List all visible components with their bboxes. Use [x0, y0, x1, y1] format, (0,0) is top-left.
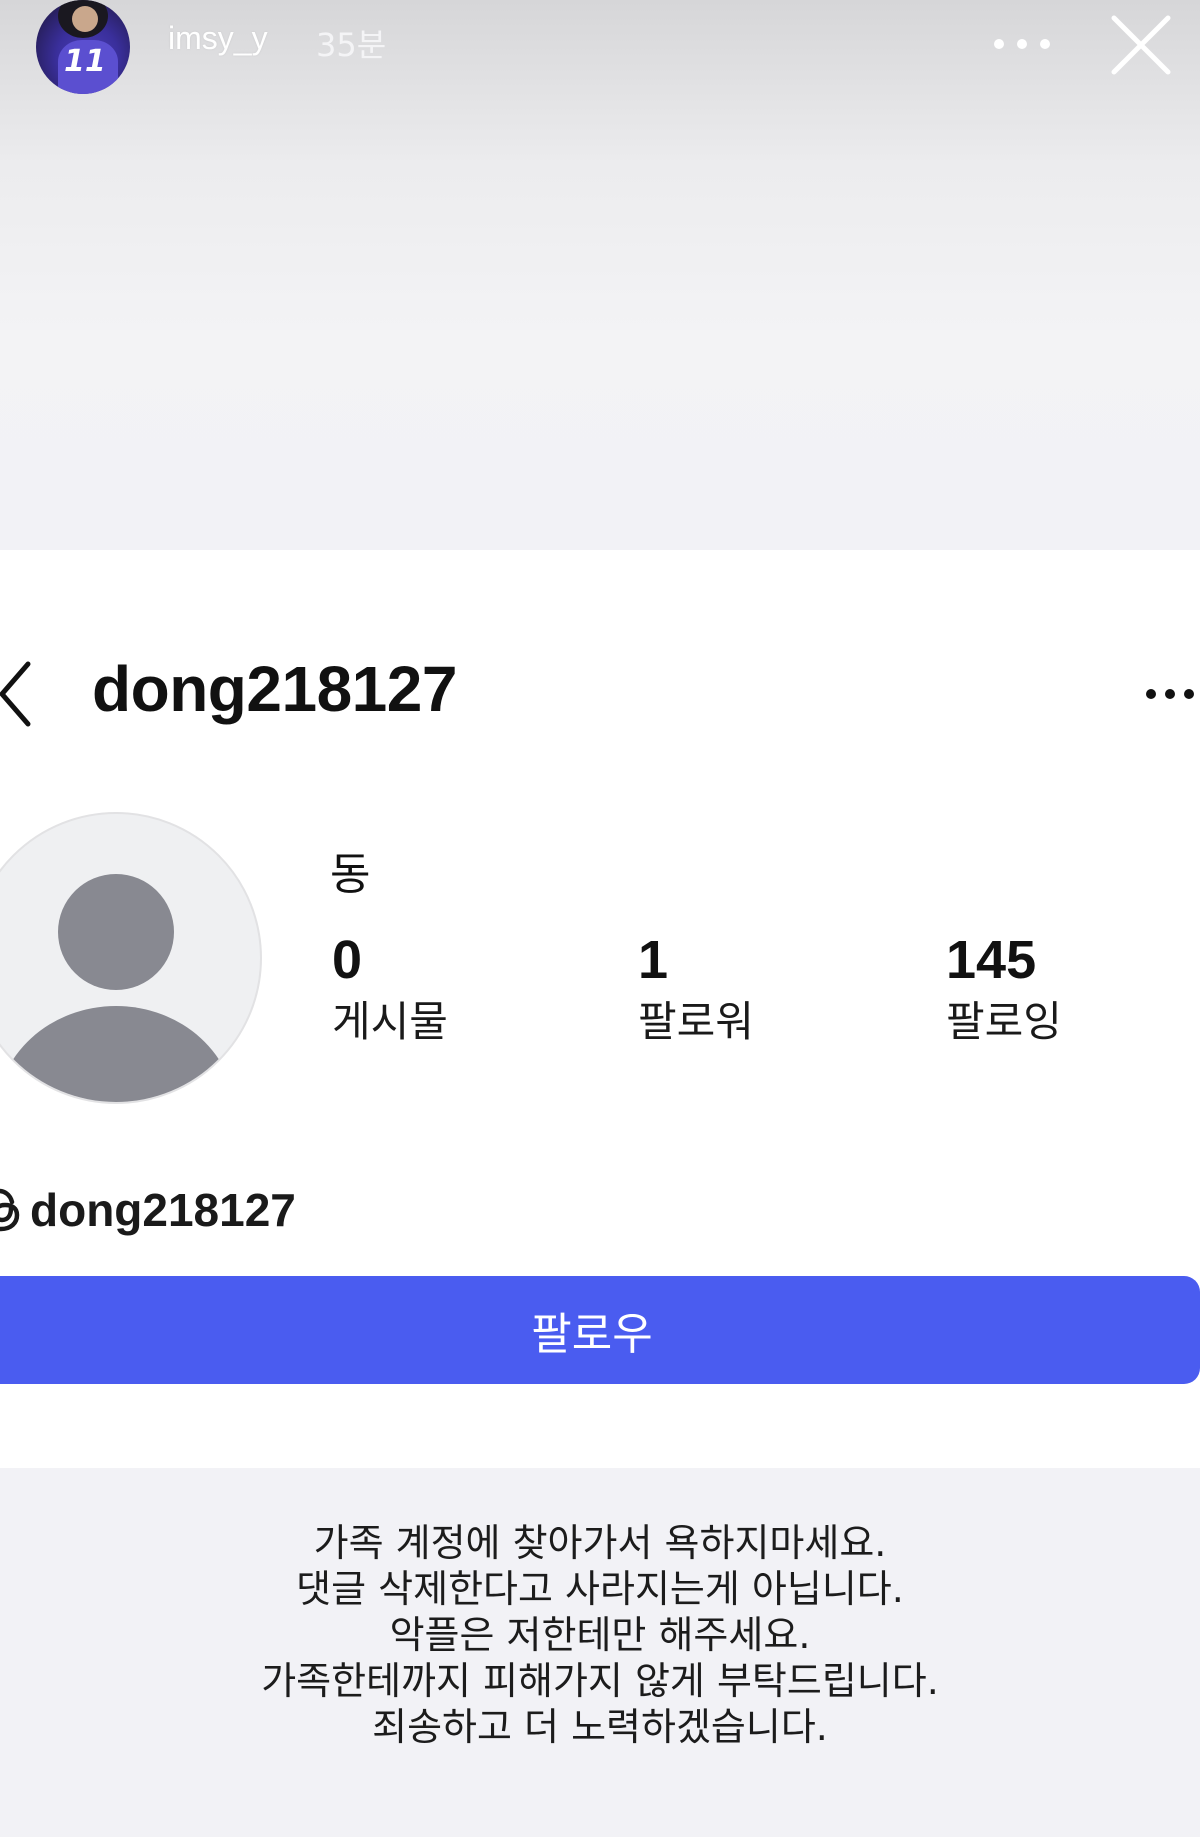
caption-line: 죄송하고 더 노력하겠습니다.	[372, 1705, 828, 1749]
dot	[1017, 39, 1027, 49]
threads-link[interactable]: dong218127	[0, 1180, 296, 1240]
stat-value: 145	[946, 930, 1037, 990]
stat-label: 팔로워	[638, 997, 754, 1046]
caption-line: 댓글 삭제한다고 사라지는게 아닙니다.	[296, 1567, 904, 1611]
chevron-left-icon[interactable]	[0, 658, 36, 730]
profile-display-name: 동	[330, 849, 371, 900]
story-avatar[interactable]: 11	[36, 0, 130, 94]
story-username[interactable]: imsy_y	[168, 20, 268, 57]
story-caption: 가족 계정에 찾아가서 욕하지마세요. 댓글 삭제한다고 사라지는게 아닙니다.…	[0, 1520, 1200, 1750]
more-horizontal-icon[interactable]	[1146, 682, 1200, 706]
threads-icon	[0, 1188, 20, 1232]
caption-line: 악플은 저한테만 해주세요.	[389, 1613, 811, 1657]
avatar-face	[72, 6, 98, 32]
jersey-number: 11	[64, 44, 106, 79]
threads-handle: dong218127	[30, 1184, 296, 1236]
stat-posts[interactable]: 0 게시물	[332, 930, 448, 1050]
caption-line: 가족한테까지 피해가지 않게 부탁드립니다.	[261, 1659, 939, 1703]
dot	[1184, 689, 1194, 699]
stat-label: 팔로잉	[946, 997, 1062, 1046]
stat-followers[interactable]: 1 팔로워	[638, 930, 754, 1050]
avatar-body-shape	[0, 1006, 236, 1102]
dot	[1040, 39, 1050, 49]
avatar-head-shape	[58, 874, 174, 990]
stat-following[interactable]: 145 팔로잉	[946, 930, 1062, 1050]
close-icon[interactable]	[1108, 12, 1174, 78]
dot	[1165, 689, 1175, 699]
dot	[1146, 689, 1156, 699]
dot	[994, 39, 1004, 49]
follow-button[interactable]: 팔로우	[0, 1276, 1200, 1384]
stat-value: 1	[638, 930, 669, 990]
story-header: 11 imsy_y 35분	[0, 0, 1200, 100]
stat-value: 0	[332, 930, 363, 990]
profile-handle-title: dong218127	[92, 653, 457, 725]
story-timestamp: 35분	[316, 26, 387, 64]
more-horizontal-icon[interactable]	[994, 24, 1050, 64]
stat-label: 게시물	[332, 997, 448, 1046]
caption-line: 가족 계정에 찾아가서 욕하지마세요.	[313, 1521, 887, 1565]
